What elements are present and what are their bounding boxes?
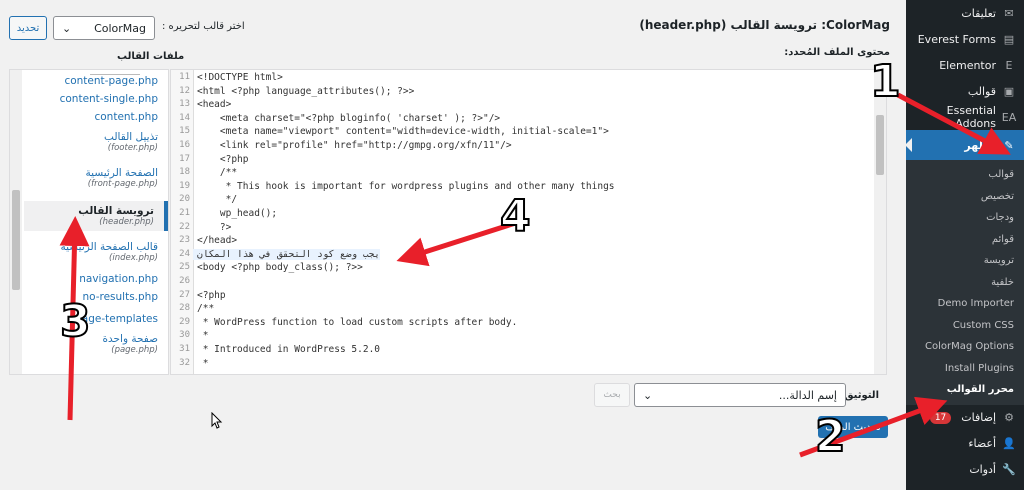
annotation-number-2: 2 xyxy=(814,411,847,462)
arrow-1 xyxy=(896,92,1011,155)
annotation-number-4: 4 xyxy=(499,191,532,242)
mouse-cursor-icon xyxy=(211,412,223,429)
annotation-number-3: 3 xyxy=(59,296,92,347)
annotation-number-1: 1 xyxy=(869,56,902,107)
